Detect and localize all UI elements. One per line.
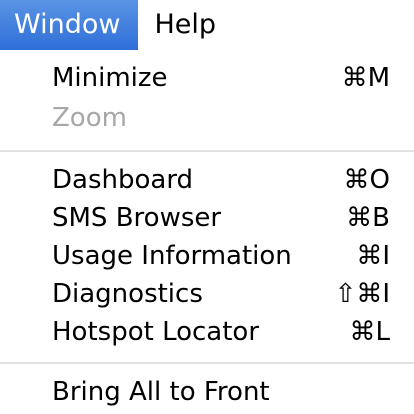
menu-item-label: Zoom (52, 103, 127, 133)
menu-item-label: Usage Information (52, 241, 292, 271)
menu-item-zoom: Zoom (0, 98, 414, 138)
menu-item-sms-browser[interactable]: SMS Browser ⌘B (0, 198, 414, 238)
menu-item-label: Diagnostics (52, 279, 203, 309)
menu-item-shortcut: ⌘I (356, 241, 390, 271)
menu-item-label: Dashboard (52, 165, 194, 195)
menu-bar: Window Help (0, 0, 414, 50)
menu-item-bring-all-to-front[interactable]: Bring All to Front (0, 372, 414, 412)
menu-item-label: SMS Browser (52, 203, 222, 233)
menu-item-usage-information[interactable]: Usage Information ⌘I (0, 236, 414, 276)
menu-item-label: Minimize (52, 63, 168, 93)
menu-item-hotspot-locator[interactable]: Hotspot Locator ⌘L (0, 312, 414, 352)
menu-item-shortcut: ⌘M (341, 63, 390, 93)
menu-item-shortcut: ⌘B (346, 203, 390, 233)
menu-separator (0, 150, 414, 152)
menubar-window[interactable]: Window (0, 0, 139, 50)
menu-item-diagnostics[interactable]: Diagnostics ⇧⌘I (0, 274, 414, 314)
menu-item-shortcut: ⌘L (349, 317, 391, 347)
menu-item-shortcut: ⇧⌘I (334, 279, 390, 309)
window-menu-dropdown: Minimize ⌘M Zoom Dashboard ⌘O SMS Browse… (0, 50, 414, 414)
menu-item-minimize[interactable]: Minimize ⌘M (0, 58, 414, 98)
menu-separator (0, 362, 414, 364)
menu-item-shortcut: ⌘O (343, 165, 390, 195)
menu-item-label: Hotspot Locator (52, 317, 260, 347)
menu-item-label: Bring All to Front (52, 377, 270, 407)
menubar-help[interactable]: Help (138, 0, 230, 50)
menu-item-dashboard[interactable]: Dashboard ⌘O (0, 160, 414, 200)
